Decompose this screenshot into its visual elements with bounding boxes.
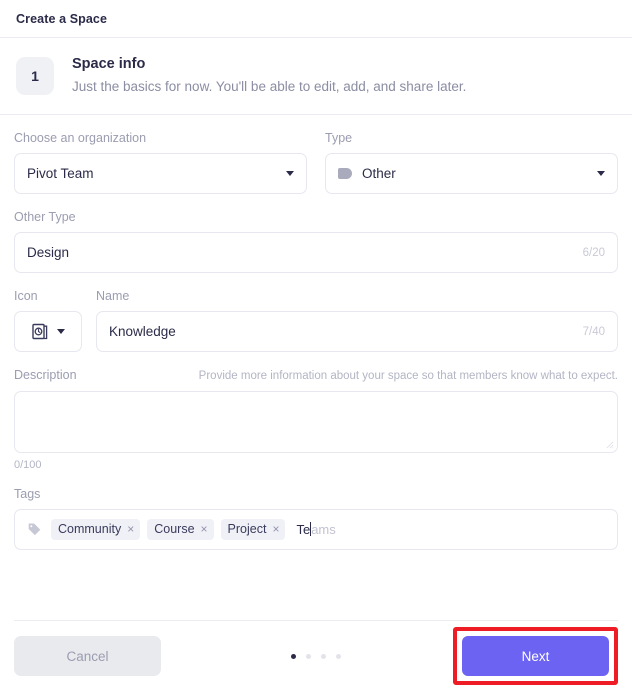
close-icon[interactable]: × (272, 523, 279, 535)
description-label: Description (14, 368, 77, 383)
other-type-input[interactable]: Design 6/20 (14, 232, 618, 274)
tags-label: Tags (14, 486, 41, 501)
create-space-modal: Create a Space 1 Space info Just the bas… (0, 0, 632, 690)
step-header: 1 Space info Just the basics for now. Yo… (0, 38, 632, 116)
name-field: Name Knowledge 7/40 (96, 289, 618, 353)
name-input[interactable]: Knowledge 7/40 (96, 311, 618, 353)
step-title: Space info (72, 56, 146, 72)
close-icon[interactable]: × (127, 523, 134, 535)
type-field: Type Other (325, 131, 618, 195)
type-select[interactable]: Other (325, 153, 618, 195)
other-type-label: Other Type (14, 210, 76, 225)
close-icon[interactable]: × (201, 523, 208, 535)
next-button-highlight: Next (453, 627, 618, 685)
name-counter: 7/40 (582, 325, 605, 338)
chevron-down-icon (597, 171, 605, 177)
description-hint: Provide more information about your spac… (198, 370, 618, 383)
organization-field: Choose an organization Pivot Team (14, 131, 307, 195)
pagination-dot-1[interactable] (291, 653, 296, 659)
book-clock-icon (31, 323, 47, 340)
other-type-counter: 6/20 (582, 246, 605, 259)
modal-header: Create a Space (0, 0, 632, 38)
next-button[interactable]: Next (462, 636, 609, 676)
other-type-value: Design (27, 245, 70, 261)
tags-field: Tags Community × Course × Project × Te a… (14, 487, 618, 550)
organization-label: Choose an organization (14, 131, 147, 146)
pagination-dot-2[interactable] (306, 653, 311, 659)
other-type-field: Other Type Design 6/20 (14, 210, 618, 274)
step-subtitle: Just the basics for now. You'll be able … (72, 78, 467, 94)
cancel-button[interactable]: Cancel (14, 636, 161, 676)
tag-chip-label: Community (58, 522, 122, 537)
chevron-down-icon (56, 329, 65, 335)
modal-footer: Cancel Next (0, 622, 632, 690)
organization-select[interactable]: Pivot Team (14, 153, 307, 195)
tag-chip[interactable]: Course × (147, 518, 214, 540)
tag-chip[interactable]: Community × (51, 518, 141, 540)
description-counter: 0/100 (14, 458, 42, 471)
chevron-down-icon (286, 171, 294, 177)
organization-value: Pivot Team (27, 166, 94, 182)
org-type-row: Choose an organization Pivot Team Type O… (14, 131, 618, 195)
tag-text-entry[interactable]: Te ams (296, 522, 335, 537)
tags-input[interactable]: Community × Course × Project × Te ams (14, 508, 618, 550)
type-value: Other (362, 166, 396, 182)
footer-divider (14, 620, 618, 621)
icon-field: Icon (14, 289, 82, 353)
tag-suggestion-text: ams (311, 521, 336, 537)
icon-label: Icon (14, 289, 38, 304)
pagination-dot-3[interactable] (321, 653, 326, 659)
step-number-badge: 1 (16, 57, 54, 95)
icon-name-row: Icon Name Knowledge 7/40 (14, 289, 618, 353)
pagination-dot-4[interactable] (336, 653, 341, 659)
name-label: Name (96, 289, 130, 304)
name-value: Knowledge (109, 324, 176, 340)
page-title: Create a Space (16, 11, 108, 26)
tag-icon (27, 522, 42, 537)
space-info-form: Choose an organization Pivot Team Type O… (0, 115, 632, 550)
tag-shape-icon (338, 168, 352, 180)
description-textarea[interactable] (14, 390, 618, 453)
type-label: Type (325, 131, 353, 146)
icon-picker-button[interactable] (14, 311, 82, 353)
tag-typed-text: Te (296, 521, 311, 537)
resize-handle-icon[interactable] (605, 440, 614, 449)
tag-chip-label: Project (227, 522, 267, 537)
tag-chip[interactable]: Project × (220, 518, 286, 540)
description-field: Description Provide more information abo… (14, 368, 618, 471)
tag-chip-label: Course (154, 522, 195, 537)
